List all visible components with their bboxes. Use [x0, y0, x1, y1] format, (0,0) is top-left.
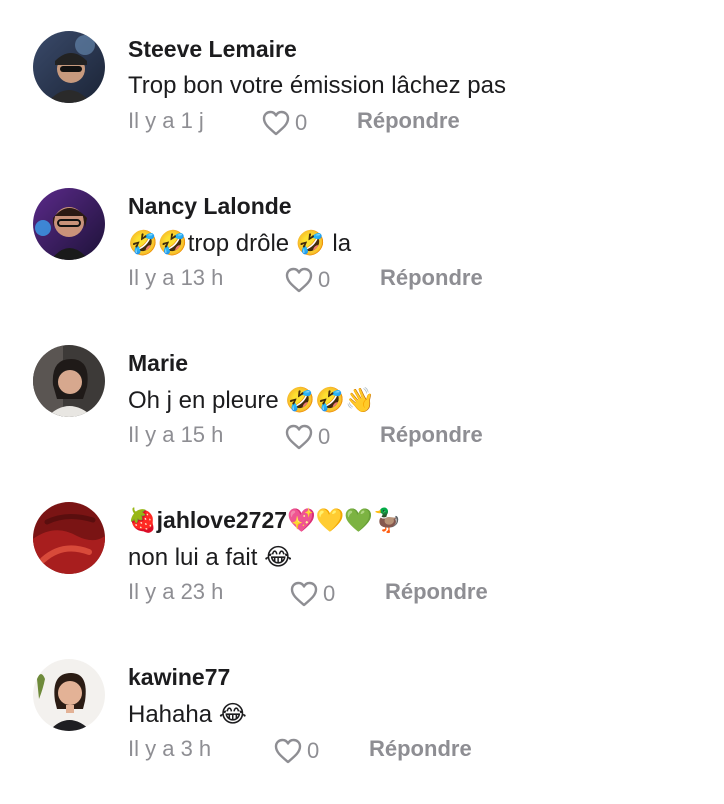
comment-text: Trop bon votre émission lâchez pas: [128, 72, 506, 99]
reply-button[interactable]: Répondre: [357, 108, 460, 134]
comment-item: Nancy Lalonde 🤣🤣trop drôle 🤣 la Il y a 1…: [0, 157, 724, 297]
like-button[interactable]: 0: [284, 420, 330, 454]
avatar[interactable]: [33, 502, 105, 574]
comment-username[interactable]: Marie: [128, 350, 188, 377]
reply-button[interactable]: Répondre: [369, 736, 472, 762]
comment-text: 🤣🤣trop drôle 🤣 la: [128, 230, 352, 257]
heart-icon: [289, 580, 319, 608]
avatar[interactable]: [33, 31, 105, 103]
comment-time: Il y a 3 h: [128, 736, 212, 761]
heart-icon: [284, 266, 314, 294]
like-button[interactable]: 0: [284, 263, 330, 297]
heart-icon: [261, 109, 291, 137]
comment-username[interactable]: kawine77: [128, 664, 230, 691]
like-button[interactable]: 0: [273, 734, 319, 768]
comment-time: Il y a 1 j: [128, 108, 204, 133]
like-button[interactable]: 0: [261, 106, 307, 140]
comment-text: non lui a fait 😂: [128, 544, 293, 571]
like-count: 0: [295, 110, 308, 135]
comment-text: Oh j en pleure 🤣🤣👋: [128, 387, 376, 414]
comment-username[interactable]: Nancy Lalonde: [128, 193, 292, 220]
comment-time: Il y a 13 h: [128, 265, 224, 290]
comment-time: Il y a 23 h: [128, 579, 224, 604]
avatar[interactable]: [33, 188, 105, 260]
comment-item: 🍓jahlove2727💖💛💚🦆 non lui a fait 😂 Il y a…: [0, 471, 724, 611]
comment-item: Steeve Lemaire Trop bon votre émission l…: [0, 0, 724, 140]
comment-item: Marie Oh j en pleure 🤣🤣👋 Il y a 15 h 0 R…: [0, 314, 724, 454]
comment-list: Steeve Lemaire Trop bon votre émission l…: [0, 0, 724, 804]
like-count: 0: [318, 267, 331, 292]
avatar[interactable]: [33, 345, 105, 417]
reply-button[interactable]: Répondre: [385, 579, 488, 605]
reply-button[interactable]: Répondre: [380, 265, 483, 291]
comment-time: Il y a 15 h: [128, 422, 224, 447]
heart-icon: [273, 737, 303, 765]
reply-button[interactable]: Répondre: [380, 422, 483, 448]
avatar[interactable]: [33, 659, 105, 731]
comment-username[interactable]: 🍓jahlove2727💖💛💚🦆: [128, 507, 402, 534]
heart-icon: [284, 423, 314, 451]
comment-username[interactable]: Steeve Lemaire: [128, 36, 297, 63]
comment-item: kawine77 Hahaha 😂 Il y a 3 h 0 Répondre: [0, 628, 724, 768]
like-button[interactable]: 0: [289, 577, 335, 611]
comment-text: Hahaha 😂: [128, 701, 247, 728]
like-count: 0: [318, 424, 331, 449]
like-count: 0: [307, 738, 320, 763]
like-count: 0: [323, 581, 336, 606]
